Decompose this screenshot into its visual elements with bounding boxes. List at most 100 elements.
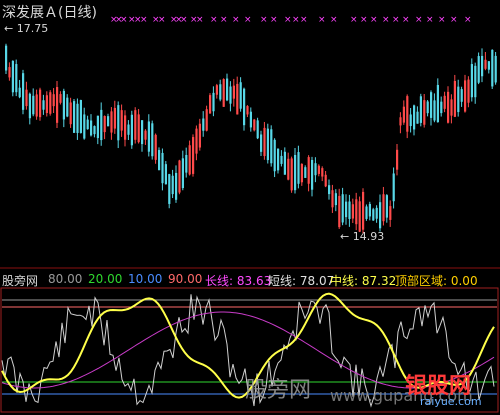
candle-body [314, 163, 317, 176]
candle-body [399, 117, 402, 126]
candle-body [300, 163, 303, 183]
candle-body [141, 120, 144, 145]
candle-body [161, 152, 164, 184]
candle-body [11, 60, 14, 93]
candle-body [402, 106, 405, 123]
candle-body [283, 151, 286, 175]
candle-body [375, 207, 378, 219]
candle-body [195, 128, 198, 154]
signal-marker: × [350, 15, 358, 25]
candle-body [130, 114, 133, 146]
candle-body [120, 110, 123, 131]
candle-body [423, 100, 426, 125]
candle-body [334, 193, 337, 206]
signal-marker: × [196, 15, 204, 25]
signal-marker: × [210, 15, 218, 25]
candle-body [321, 168, 324, 177]
signal-marker: × [438, 15, 446, 25]
stock-chart: ××× ××× ×× ××× ×× × × × × × × × × × × × × × × × × × × × × × × [0, 15, 500, 413]
signal-marker: × [244, 15, 252, 25]
candle-body [8, 67, 11, 78]
signal-marker: × [140, 15, 148, 25]
candle-body [219, 84, 222, 100]
candle-body [164, 164, 167, 185]
candle-body [62, 90, 65, 120]
candle-body [103, 116, 106, 133]
candle-body [205, 109, 208, 131]
candle-body [93, 126, 96, 135]
candle-body [127, 124, 130, 135]
candle-body [209, 95, 212, 114]
candle-body [181, 158, 184, 189]
candle-body [324, 174, 327, 187]
candle-body [484, 59, 487, 69]
candle-body [239, 82, 242, 109]
candle-body [413, 105, 416, 130]
candle-body [260, 134, 263, 152]
candle-body [137, 114, 140, 143]
signal-marker: × [318, 15, 326, 25]
candle-body [409, 114, 412, 127]
candle-body [147, 121, 150, 152]
candle-body [56, 87, 59, 123]
candle-body [457, 86, 460, 113]
candle-body [18, 87, 21, 98]
candle-body [287, 158, 290, 180]
candle-body [5, 45, 8, 71]
candle-body [83, 114, 86, 139]
candle-body [494, 55, 497, 83]
watermark-site: raiyue.com [420, 395, 482, 408]
signal-marker: × [464, 15, 472, 25]
candle-body [86, 119, 89, 130]
signal-marker: × [426, 15, 434, 25]
signal-marker: × [180, 15, 188, 25]
signal-marker: × [415, 15, 423, 25]
candle-body [338, 195, 341, 228]
candle-body [491, 49, 494, 87]
candle-body [419, 96, 422, 123]
candle-body [450, 99, 453, 116]
candle-body [113, 107, 116, 129]
candle-body [270, 129, 273, 164]
candle-body [453, 80, 456, 117]
candle-body [226, 78, 229, 101]
candle-body [433, 100, 436, 121]
candle-body [171, 175, 174, 195]
candle-body [178, 160, 181, 193]
candle-body [76, 103, 79, 133]
candle-body [35, 94, 38, 117]
candle-body [158, 150, 161, 171]
candle-body [416, 111, 419, 124]
candle-body [49, 92, 52, 114]
candle-body [212, 92, 215, 112]
candle-body [392, 173, 395, 202]
candle-body [460, 89, 463, 102]
signal-marker: × [292, 15, 300, 25]
candle-body [192, 137, 195, 174]
candle-body [443, 95, 446, 109]
candle-body [79, 100, 82, 133]
candle-body [436, 84, 439, 123]
candle-body [430, 92, 433, 118]
candle-body [474, 65, 477, 98]
signal-marker: × [270, 15, 278, 25]
candle-body [96, 115, 99, 139]
candle-body [280, 155, 283, 164]
candle-body [22, 73, 25, 110]
candle-body [188, 145, 191, 175]
candle-body [331, 190, 334, 208]
candle-body [15, 64, 18, 93]
candle-body [134, 110, 137, 140]
candle-body [175, 172, 178, 200]
candle-body [52, 94, 55, 107]
candle-body [107, 116, 110, 127]
candle-body [32, 95, 35, 115]
candle-body [100, 109, 103, 141]
signal-marker: × [220, 15, 228, 25]
candle-body [348, 201, 351, 219]
candle-body [379, 202, 382, 229]
candle-body [154, 134, 157, 160]
candle-body [385, 195, 388, 218]
candle-body [256, 120, 259, 139]
candle-body [185, 154, 188, 173]
